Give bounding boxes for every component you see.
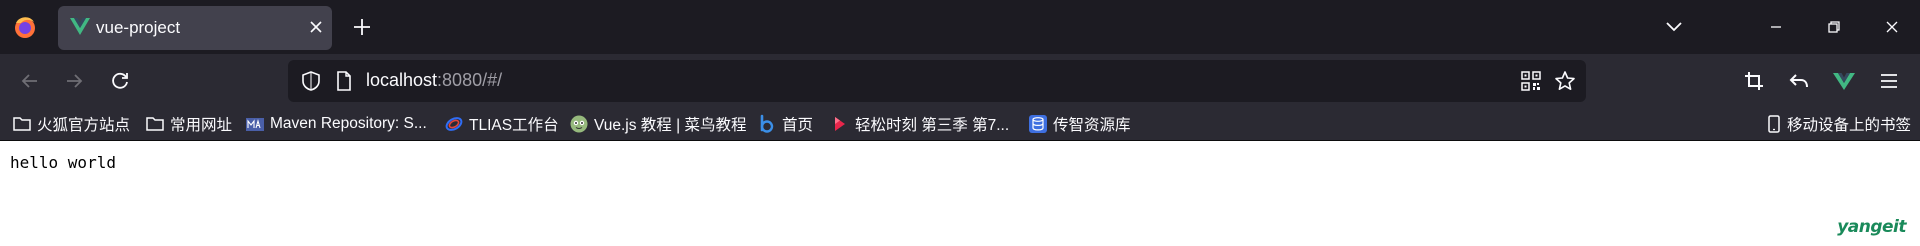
url-path: :8080/#/	[437, 70, 503, 90]
bookmark-star-icon[interactable]	[1554, 70, 1576, 92]
bookmark-video[interactable]: 轻松时刻 第三季 第7...	[830, 112, 1009, 136]
bookmark-mobile[interactable]: 移动设备上的书签	[1764, 112, 1911, 136]
forward-icon[interactable]	[62, 69, 86, 93]
folder-icon	[146, 117, 164, 131]
url-bar[interactable]: localhost:8080/#/	[288, 60, 1586, 102]
bookmark-label: Maven Repository: S...	[270, 115, 427, 132]
bookmark-label: 移动设备上的书签	[1787, 117, 1912, 134]
qr-code-icon[interactable]	[1520, 70, 1542, 92]
video-icon	[835, 117, 845, 131]
bookmark-label: 首页	[782, 117, 814, 134]
maven-icon	[246, 118, 264, 131]
restore-icon[interactable]	[1822, 15, 1846, 39]
undo-arrow-icon[interactable]	[1787, 69, 1811, 93]
bookmark-folder-common[interactable]: 常用网址	[145, 112, 232, 136]
tab-title: vue-project	[96, 18, 181, 37]
bookmark-maven[interactable]: Maven Repository: S...	[245, 112, 427, 136]
bookmark-label: 常用网址	[170, 117, 233, 134]
navigation-toolbar: localhost:8080/#/	[0, 54, 1920, 108]
close-tab-icon[interactable]	[305, 16, 327, 38]
tracking-shield-icon[interactable]	[300, 70, 322, 92]
firefox-menu-icon[interactable]	[10, 14, 40, 40]
minimize-icon[interactable]	[1764, 15, 1788, 39]
url-text[interactable]: localhost:8080/#/	[366, 70, 502, 91]
bookmark-home[interactable]: 首页	[757, 112, 813, 136]
bookmark-label: 传智资源库	[1053, 117, 1131, 134]
url-host: localhost	[366, 70, 438, 90]
page-info-icon[interactable]	[334, 70, 354, 92]
bookmark-folder-firefox[interactable]: 火狐官方站点	[12, 112, 130, 136]
screenshot-crop-icon[interactable]	[1742, 69, 1766, 93]
bookmark-resource[interactable]: 传智资源库	[1028, 112, 1131, 136]
tab-strip: vue-project	[0, 0, 1920, 54]
bookmark-vue-tutorial[interactable]: Vue.js 教程 | 菜鸟教程	[569, 112, 746, 136]
chevron-down-icon[interactable]	[1662, 15, 1686, 39]
database-icon	[1029, 115, 1047, 133]
bookmark-label: TLIAS工作台	[469, 117, 559, 134]
new-tab-icon[interactable]	[350, 15, 374, 39]
back-icon[interactable]	[18, 69, 42, 93]
page-content: hello world yangeit	[0, 141, 1920, 246]
hello-text: hello world	[10, 153, 116, 172]
window-close-icon[interactable]	[1880, 15, 1904, 39]
runoob-icon	[570, 115, 588, 133]
folder-icon	[13, 117, 31, 131]
tab-vue-project[interactable]: vue-project	[58, 6, 332, 50]
bookmark-label: 轻松时刻 第三季 第7...	[855, 117, 1010, 134]
reload-icon[interactable]	[108, 69, 132, 93]
bilibili-icon	[760, 114, 774, 133]
vue-logo-icon	[70, 18, 90, 35]
watermark: yangeit	[1837, 217, 1906, 237]
bookmark-tlias[interactable]: TLIAS工作台	[444, 112, 559, 136]
vue-devtools-icon[interactable]	[1832, 69, 1856, 93]
hamburger-menu-icon[interactable]	[1877, 69, 1901, 93]
tlias-icon	[445, 117, 463, 131]
mobile-icon	[1768, 115, 1780, 133]
bookmarks-toolbar: 火狐官方站点 常用网址 Maven Repository: S... TLIAS…	[0, 108, 1920, 141]
bookmark-label: Vue.js 教程 | 菜鸟教程	[594, 117, 747, 134]
bookmark-label: 火狐官方站点	[37, 117, 131, 134]
